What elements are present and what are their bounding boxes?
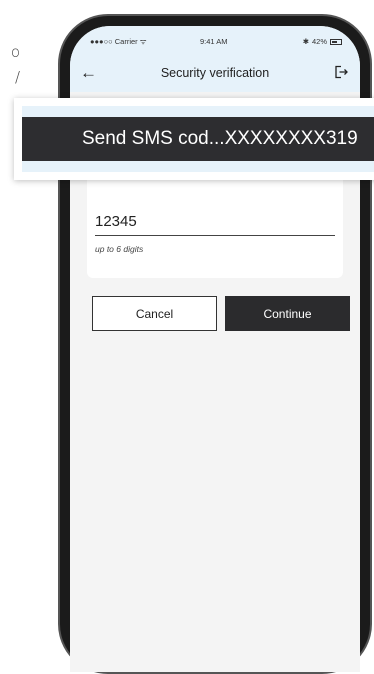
background-text-line: /: [14, 68, 20, 86]
background-text-line: o: [10, 43, 20, 61]
status-right: ✱ 42%: [303, 37, 342, 46]
arrow-left-icon[interactable]: ←: [80, 63, 97, 83]
header-bar: ← Security verification: [70, 54, 360, 92]
toast-bottom-strip: [22, 161, 374, 172]
code-hint: up to 6 digits: [95, 244, 144, 254]
sms-toast: Send SMS cod...XXXXXXXX319: [14, 98, 374, 180]
page-title: Security verification: [160, 66, 270, 80]
logout-icon[interactable]: [334, 65, 348, 84]
background-text: o /: [0, 40, 20, 90]
bluetooth-icon: ✱: [302, 37, 309, 46]
clock: 9:41 AM: [200, 37, 228, 46]
toast-message: Send SMS cod...XXXXXXXX319: [22, 117, 374, 161]
cancel-button[interactable]: Cancel: [92, 296, 217, 331]
battery-percent: 42%: [311, 37, 327, 46]
toast-top-strip: [22, 106, 374, 117]
sms-code-input[interactable]: [95, 207, 335, 236]
battery-icon: [330, 38, 342, 45]
carrier-label: ●●●○○ Carrier ᯤ: [90, 37, 147, 46]
continue-button[interactable]: Continue: [225, 296, 350, 331]
status-bar: ●●●○○ Carrier ᯤ 9:41 AM ✱ 42%: [70, 26, 360, 54]
